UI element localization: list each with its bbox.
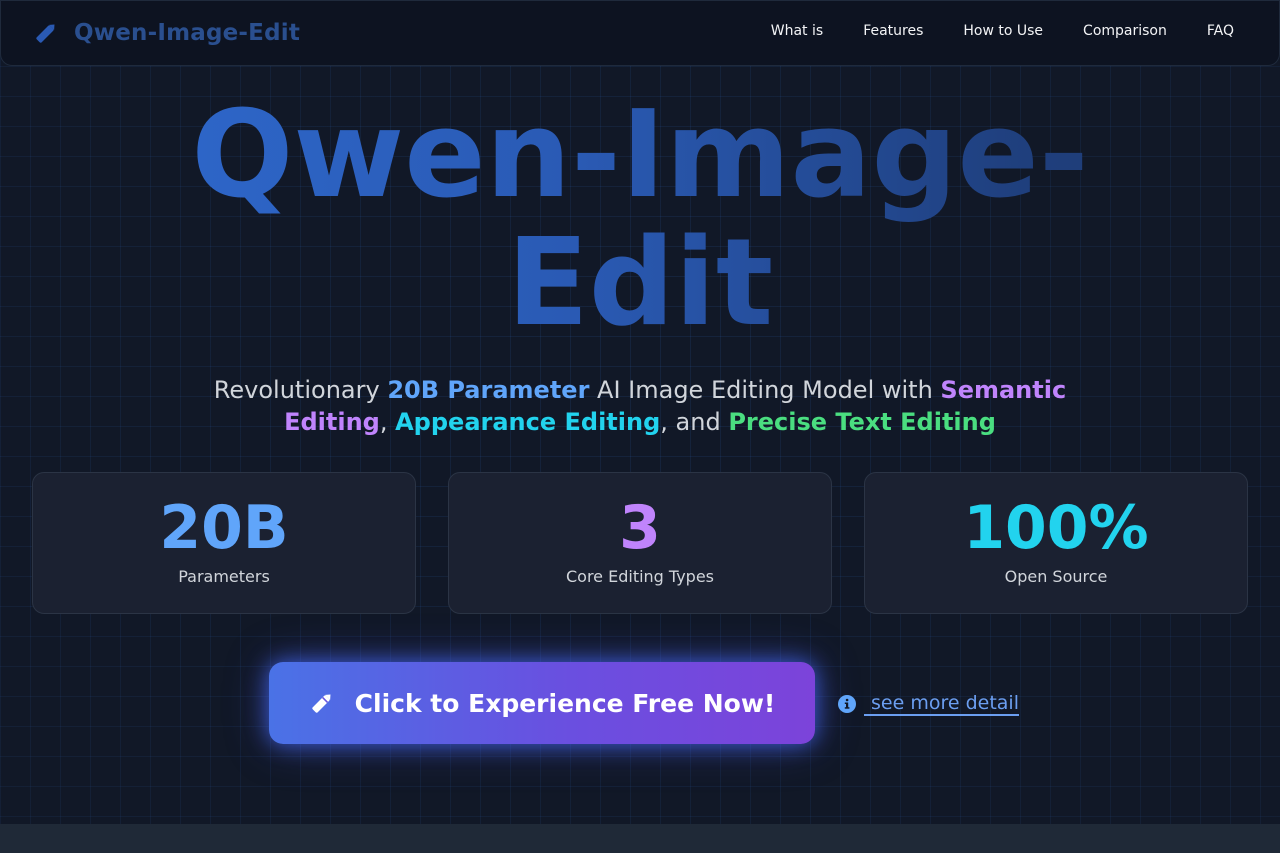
subtitle-text-3: , [379,408,396,436]
hero-title-line-1: Qwen-Image- [191,86,1089,225]
subtitle-highlight-text-editing: Precise Text Editing [728,408,996,436]
nav-link-how-to-use[interactable]: How to Use [963,23,1043,39]
next-section-band [0,824,1280,853]
nav-link-faq[interactable]: FAQ [1207,23,1234,39]
page: Qwen-Image-Edit What is Features How to … [0,0,1280,853]
nav-link-features[interactable]: Features [863,23,923,39]
see-more-detail-link[interactable]: see more detail [838,690,1019,718]
hero-title: Qwen-Image- Edit [0,92,1280,348]
brand-name: Qwen-Image-Edit [74,20,301,46]
cta-experience-button[interactable]: Click to Experience Free Now! [269,662,815,744]
stat-card-parameters: 20B Parameters [32,472,416,614]
see-more-detail-text: see more detail [864,692,1019,716]
subtitle-highlight-appearance: Appearance Editing [395,408,661,436]
info-icon [838,695,856,713]
pencil-icon [33,20,59,46]
stat-card-editing-types: 3 Core Editing Types [448,472,832,614]
stat-label: Parameters [178,567,270,586]
hero-subtitle: Revolutionary 20B Parameter AI Image Edi… [190,374,1090,438]
subtitle-text-4: , and [660,408,729,436]
subtitle-text-1: Revolutionary [213,376,388,404]
stat-value: 3 [619,493,661,563]
nav-link-comparison[interactable]: Comparison [1083,23,1167,39]
cta-label: Click to Experience Free Now! [354,688,776,718]
stat-card-open-source: 100% Open Source [864,472,1248,614]
stats-row: 20B Parameters 3 Core Editing Types 100%… [32,472,1248,614]
stat-label: Core Editing Types [565,567,714,586]
pencil-icon [309,690,335,716]
nav-link-what-is[interactable]: What is [771,23,823,39]
brand-logo-link[interactable]: Qwen-Image-Edit [33,17,300,49]
subtitle-highlight-parameter: 20B Parameter [387,376,590,404]
navbar: Qwen-Image-Edit What is Features How to … [0,0,1280,66]
stat-label: Open Source [1004,567,1108,586]
stat-value: 20B [159,493,289,563]
hero-title-line-2: Edit [506,214,774,353]
stat-value: 100% [963,493,1149,563]
subtitle-text-2: AI Image Editing Model with [589,376,941,404]
nav-links: What is Features How to Use Comparison F… [731,23,1234,39]
